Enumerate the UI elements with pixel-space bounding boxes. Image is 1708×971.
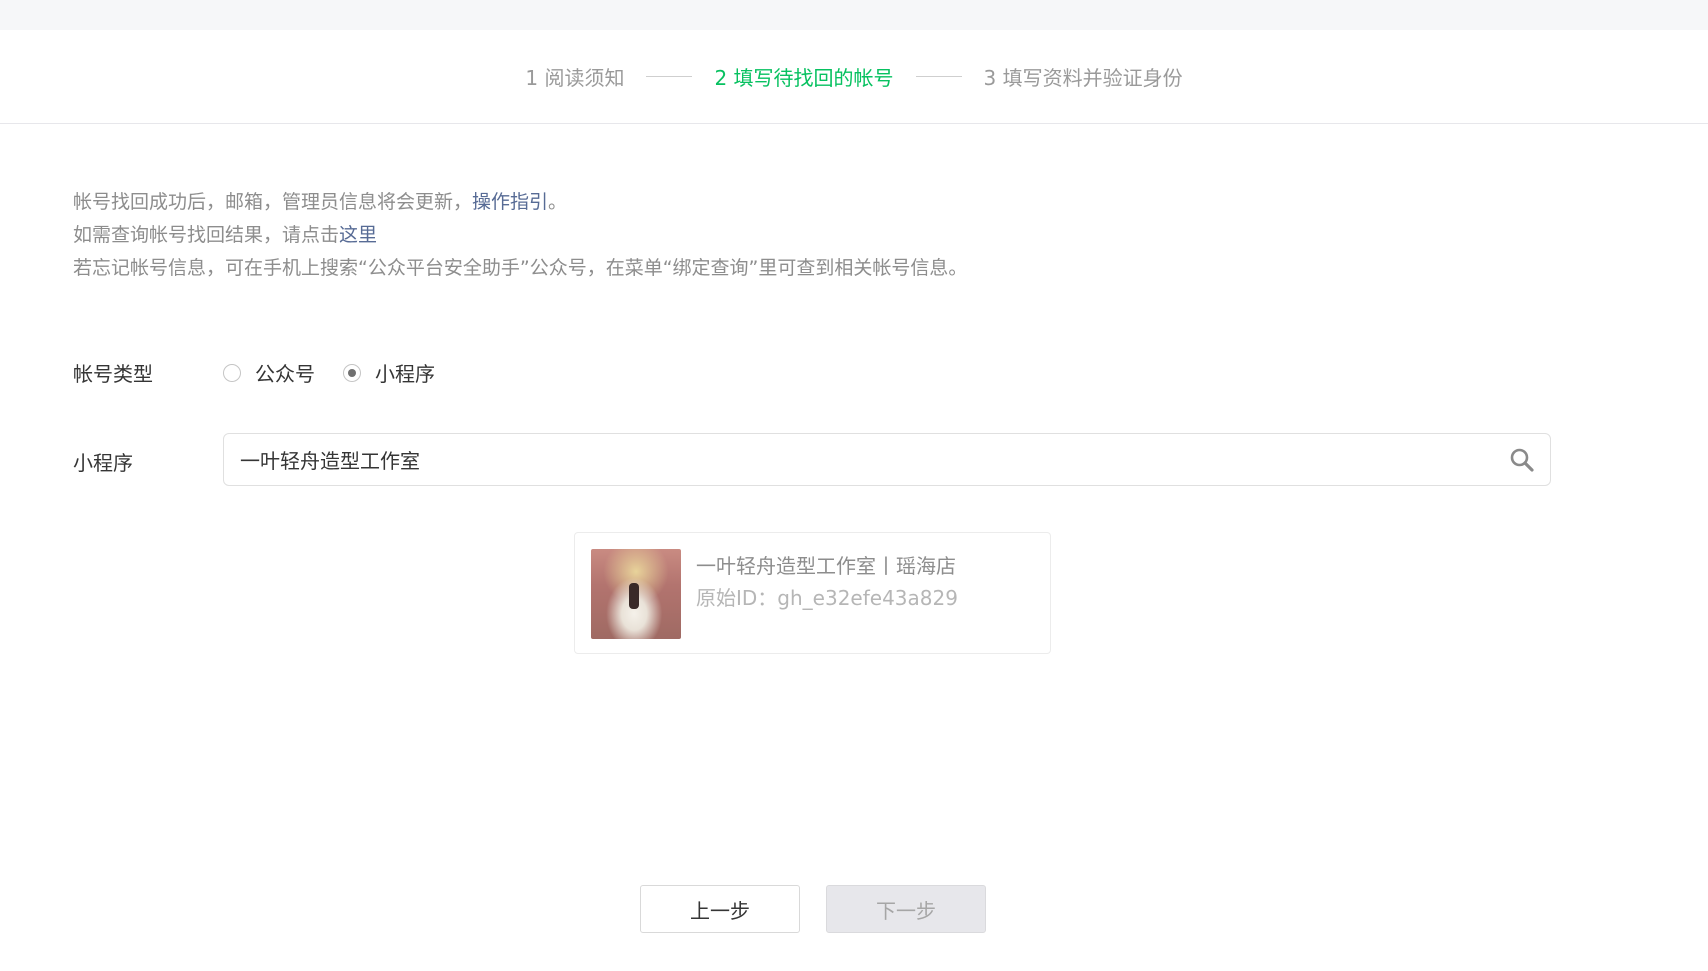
radio-official-account-label: 公众号 <box>255 362 315 386</box>
notice-line-1-end: 。 <box>548 191 568 213</box>
notice-line-2: 如需查询帐号找回结果，请点击这里 <box>73 219 967 252</box>
mini-program-search-box[interactable] <box>223 433 1551 486</box>
step-read-notice: 1 阅读须知 <box>525 66 625 90</box>
search-icon[interactable] <box>1508 446 1536 474</box>
notice-line-1-text: 帐号找回成功后，邮箱，管理员信息将会更新， <box>73 191 473 213</box>
result-original-id: 原始ID：gh_e32efe43a829 <box>696 586 958 610</box>
account-type-row: 帐号类型 公众号 小程序 <box>73 358 463 387</box>
mini-program-label-row: 小程序 <box>73 447 223 476</box>
mini-program-search-input[interactable] <box>224 433 1508 486</box>
notice-line-1: 帐号找回成功后，邮箱，管理员信息将会更新，操作指引。 <box>73 186 967 219</box>
top-bar <box>0 0 1708 30</box>
mini-program-label: 小程序 <box>73 451 133 475</box>
notice-line-2-text: 如需查询帐号找回结果，请点击 <box>73 224 340 246</box>
notice-text: 帐号找回成功后，邮箱，管理员信息将会更新，操作指引。 如需查询帐号找回结果，请点… <box>73 186 967 285</box>
notice-line-3: 若忘记帐号信息，可在手机上搜索“公众平台安全助手”公众号，在菜单“绑定查询”里可… <box>73 257 968 279</box>
step-verify-identity: 3 填写资料并验证身份 <box>983 66 1183 90</box>
account-type-label: 帐号类型 <box>73 362 153 386</box>
step-divider <box>646 76 693 77</box>
operation-guide-link[interactable]: 操作指引 <box>472 191 548 213</box>
radio-checked-icon[interactable] <box>343 363 361 382</box>
step-divider <box>915 76 962 77</box>
radio-mini-program[interactable]: 小程序 <box>343 358 435 387</box>
step-fill-account: 2 填写待找回的帐号 <box>714 66 894 90</box>
query-result-link[interactable]: 这里 <box>339 224 377 246</box>
radio-circle-icon[interactable] <box>223 363 241 382</box>
radio-mini-program-label: 小程序 <box>375 362 435 386</box>
search-result-card[interactable]: 一叶轻舟造型工作室丨瑶海店 原始ID：gh_e32efe43a829 <box>574 532 1051 654</box>
prev-step-button[interactable]: 上一步 <box>640 885 800 933</box>
next-step-button[interactable]: 下一步 <box>826 885 986 933</box>
result-card-text: 一叶轻舟造型工作室丨瑶海店 原始ID：gh_e32efe43a829 <box>696 550 958 614</box>
mini-program-avatar <box>591 549 681 639</box>
step-indicator: 1 阅读须知 2 填写待找回的帐号 3 填写资料并验证身份 <box>0 30 1708 124</box>
radio-official-account[interactable]: 公众号 <box>223 358 315 387</box>
result-name: 一叶轻舟造型工作室丨瑶海店 <box>696 554 956 578</box>
